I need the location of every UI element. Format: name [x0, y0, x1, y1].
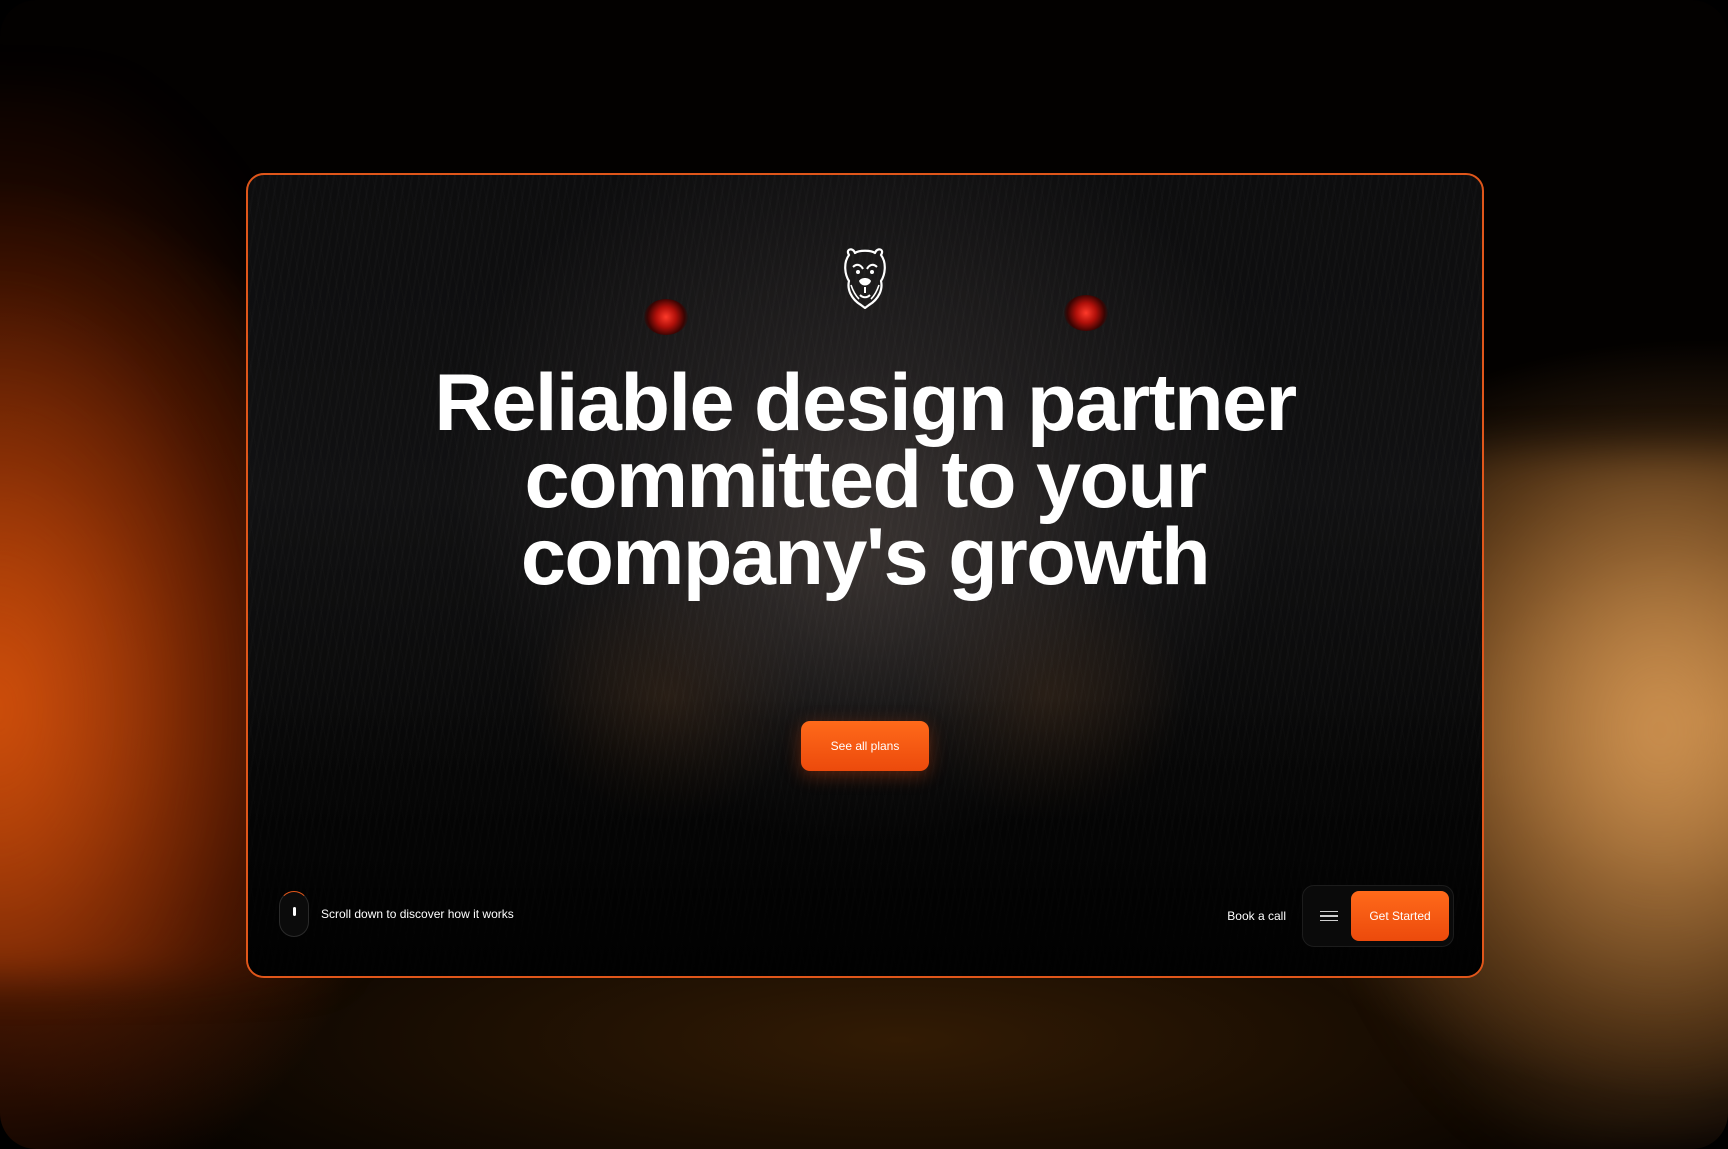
page-background: Reliable design partner committed to you…: [0, 0, 1728, 1149]
book-a-call-link[interactable]: Book a call: [1227, 909, 1286, 923]
menu-line: [1320, 915, 1338, 917]
hamburger-menu-icon[interactable]: [1307, 891, 1351, 941]
scroll-hint-text: Scroll down to discover how it works: [321, 907, 514, 921]
get-started-button[interactable]: Get Started: [1351, 891, 1449, 941]
menu-line: [1320, 910, 1338, 913]
mouse-scroll-icon: [279, 891, 309, 937]
bear-eye-right: [1064, 295, 1108, 331]
nav-pill: Get Started: [1302, 885, 1454, 947]
hero-card: Reliable design partner committed to you…: [246, 173, 1484, 978]
hero-headline: Reliable design partner committed to you…: [434, 358, 1297, 602]
scroll-hint: Scroll down to discover how it works: [279, 891, 514, 937]
bear-head-icon[interactable]: [839, 245, 891, 309]
bottom-navigation: Book a call Get Started: [1227, 885, 1454, 947]
see-all-plans-button[interactable]: See all plans: [801, 721, 929, 771]
mouse-wheel: [293, 907, 296, 916]
bear-eye-left: [644, 299, 688, 335]
menu-line: [1320, 919, 1338, 922]
